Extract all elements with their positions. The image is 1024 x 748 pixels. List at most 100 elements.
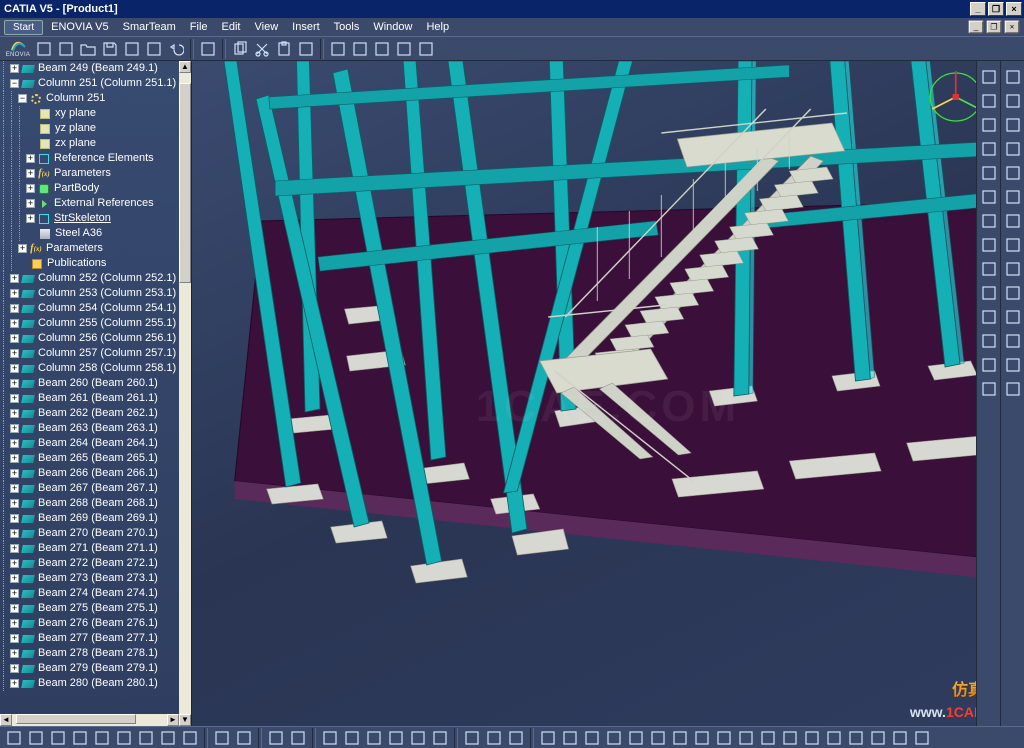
refresh-left-icon[interactable] — [56, 39, 76, 59]
plane-b-icon[interactable] — [288, 728, 308, 748]
expand-toggle[interactable]: − — [10, 79, 19, 88]
tree-item[interactable]: +Beam 261 (Beam 261.1) — [0, 391, 179, 406]
tree-item[interactable]: +Beam 266 (Beam 266.1) — [0, 466, 179, 481]
stack-icon[interactable] — [122, 39, 142, 59]
expand-toggle[interactable]: + — [10, 289, 19, 298]
paste-icon[interactable] — [274, 39, 294, 59]
fly-icon[interactable] — [1003, 91, 1023, 111]
tree-item[interactable]: +Reference Elements — [0, 151, 179, 166]
grp-j-icon[interactable] — [736, 728, 756, 748]
scroll-right-icon[interactable]: ► — [167, 714, 179, 726]
expand-toggle[interactable]: + — [10, 319, 19, 328]
fproperties-icon[interactable] — [979, 355, 999, 375]
tree-hscrollbar[interactable]: ◄ ► — [0, 714, 179, 726]
tree-item[interactable]: +Column 254 (Column 254.1) — [0, 301, 179, 316]
sigma-icon[interactable] — [234, 728, 254, 748]
grp-a-icon[interactable] — [538, 728, 558, 748]
tree-item[interactable]: +Beam 270 (Beam 270.1) — [0, 526, 179, 541]
expand-toggle[interactable]: + — [10, 274, 19, 283]
expand-toggle[interactable]: + — [10, 529, 19, 538]
zoom-icon[interactable] — [1003, 211, 1023, 231]
tile-icon[interactable] — [350, 39, 370, 59]
swap-icon[interactable] — [372, 39, 392, 59]
tree-item[interactable]: −Column 251 (Column 251.1) — [0, 76, 179, 91]
expand-toggle[interactable]: + — [10, 379, 19, 388]
expand-toggle[interactable]: + — [10, 424, 19, 433]
grp-e-icon[interactable] — [626, 728, 646, 748]
grp-n-icon[interactable] — [824, 728, 844, 748]
grp-f-icon[interactable] — [648, 728, 668, 748]
expand-toggle[interactable]: + — [10, 514, 19, 523]
wire-icon[interactable] — [1003, 379, 1023, 399]
menu-smarteam[interactable]: SmarTeam — [117, 20, 182, 34]
grp-m-icon[interactable] — [802, 728, 822, 748]
expand-toggle[interactable]: + — [10, 559, 19, 568]
undo-b-icon[interactable] — [158, 728, 178, 748]
scroll-left-icon[interactable]: ◄ — [0, 714, 12, 726]
arrow-icon[interactable] — [1003, 67, 1023, 87]
tree-item[interactable]: +Beam 272 (Beam 272.1) — [0, 556, 179, 571]
grp-k-icon[interactable] — [758, 728, 778, 748]
expand-toggle[interactable]: + — [10, 304, 19, 313]
tree-vscrollbar[interactable]: ▲ ▼ — [179, 61, 191, 726]
grp-q-icon[interactable] — [890, 728, 910, 748]
rotate-icon[interactable] — [1003, 187, 1023, 207]
tree-item[interactable]: −Column 251 — [0, 91, 179, 106]
tree-item[interactable]: +Beam 275 (Beam 275.1) — [0, 601, 179, 616]
beam-icon[interactable] — [979, 91, 999, 111]
brace-icon[interactable] — [979, 283, 999, 303]
shade-icon[interactable] — [1003, 355, 1023, 375]
tree-item[interactable]: Steel A36 — [0, 226, 179, 241]
display-icon[interactable] — [506, 728, 526, 748]
grp-c-icon[interactable] — [582, 728, 602, 748]
expand-toggle[interactable]: + — [10, 664, 19, 673]
scroll-thumb-h[interactable] — [16, 714, 136, 724]
tree-item[interactable]: Publications — [0, 256, 179, 271]
tree-item[interactable]: +StrSkeleton — [0, 211, 179, 226]
tree-item[interactable]: +Beam 262 (Beam 262.1) — [0, 406, 179, 421]
new-icon[interactable] — [4, 728, 24, 748]
line-icon[interactable] — [364, 728, 384, 748]
minimize-button[interactable]: _ — [970, 2, 986, 16]
print-icon[interactable] — [70, 728, 90, 748]
menu-file[interactable]: File — [184, 20, 214, 34]
tree-item[interactable]: +Beam 269 (Beam 269.1) — [0, 511, 179, 526]
analyze-icon[interactable] — [462, 728, 482, 748]
tree-item[interactable]: zx plane — [0, 136, 179, 151]
expand-toggle[interactable]: + — [10, 439, 19, 448]
tree-item[interactable]: +Beam 265 (Beam 265.1) — [0, 451, 179, 466]
grp-i-icon[interactable] — [714, 728, 734, 748]
pan-icon[interactable] — [1003, 163, 1023, 183]
expand-toggle[interactable]: + — [10, 454, 19, 463]
menu-window[interactable]: Window — [367, 20, 418, 34]
tree-item[interactable]: +Beam 267 (Beam 267.1) — [0, 481, 179, 496]
menu-view[interactable]: View — [249, 20, 285, 34]
tree-item[interactable]: +Beam 280 (Beam 280.1) — [0, 676, 179, 691]
save-icon[interactable] — [48, 728, 68, 748]
expand-toggle[interactable]: + — [10, 409, 19, 418]
menu-tools[interactable]: Tools — [328, 20, 366, 34]
hide-icon[interactable] — [1003, 283, 1023, 303]
grp-l-icon[interactable] — [780, 728, 800, 748]
expand-toggle[interactable]: + — [10, 334, 19, 343]
gusset-icon[interactable] — [979, 307, 999, 327]
spec-tree[interactable]: +Beam 249 (Beam 249.1)−Column 251 (Colum… — [0, 61, 179, 691]
expand-toggle[interactable]: + — [10, 604, 19, 613]
sketch-icon[interactable] — [320, 728, 340, 748]
fx-icon[interactable] — [212, 728, 232, 748]
dim-icon[interactable] — [430, 728, 450, 748]
tree-item[interactable]: +Column 253 (Column 253.1) — [0, 286, 179, 301]
open-icon[interactable] — [26, 728, 46, 748]
expand-toggle[interactable]: + — [26, 214, 35, 223]
panel-icon[interactable] — [979, 139, 999, 159]
tree-item[interactable]: +Beam 278 (Beam 278.1) — [0, 646, 179, 661]
axis-icon[interactable] — [266, 728, 286, 748]
tree-item[interactable]: +Beam 263 (Beam 263.1) — [0, 421, 179, 436]
enovia-icon[interactable] — [34, 39, 54, 59]
tree-item[interactable]: +Beam 276 (Beam 276.1) — [0, 616, 179, 631]
expand-toggle[interactable]: + — [10, 469, 19, 478]
magnify-icon[interactable] — [1003, 115, 1023, 135]
expand-toggle[interactable]: + — [10, 649, 19, 658]
tree-item[interactable]: +Beam 268 (Beam 268.1) — [0, 496, 179, 511]
tube-icon[interactable] — [979, 115, 999, 135]
